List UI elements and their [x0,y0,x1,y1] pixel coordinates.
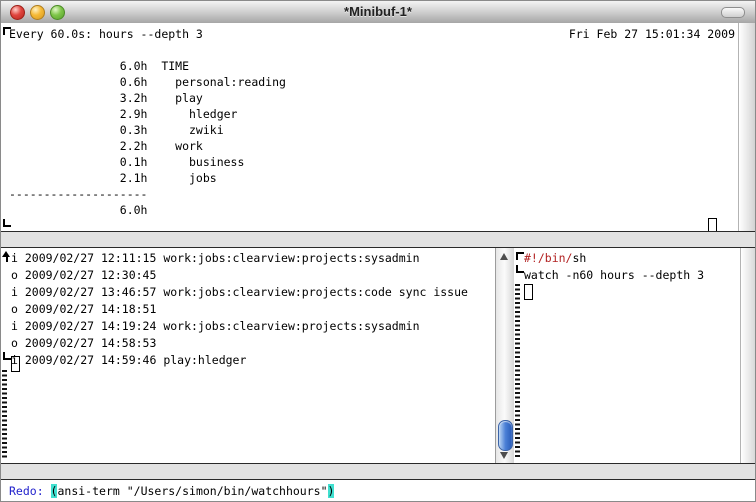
timelog-line: o 2009/02/27 14:18:51 [11,301,468,318]
modeline-watchhours[interactable]: --:-- watchhours All (3,0)--- [514,463,756,480]
timelog-line: o 2009/02/27 12:30:45 [11,267,468,284]
script-cursor [524,284,533,300]
timelog-cursor [11,356,20,372]
report-line: -------------------- [9,186,286,202]
report-line: 2.2h work [9,138,286,154]
watch-command-text: Every 60.0s: hours --depth 3 [9,26,203,42]
watchhours-scrollbar[interactable] [740,248,756,463]
script-line: watch -n60 hours --depth 3 [524,267,704,284]
shebang-line: #!/bin/sh [524,250,704,267]
report-line [9,42,286,58]
timelog-lines: i 2009/02/27 12:11:15 work:jobs:clearvie… [11,250,468,369]
buffer-bottom-indicator [3,219,11,227]
buffer-top-indicator [516,252,524,260]
window-title: *Minibuf-1* [1,4,755,19]
timelog-line: i 2009/02/27 12:11:15 work:jobs:clearvie… [11,250,468,267]
modeline-ansi-term[interactable]: -u:** *ansi-term* All (13,101) (Term: ch… [1,231,756,248]
report-line: 3.2h play [9,90,286,106]
redo-prompt: Redo: [9,484,51,498]
script-lines: #!/bin/sh watch -n60 hours --depth 3 [524,250,704,284]
scroll-up-arrow[interactable] [500,253,508,260]
timelog-pane[interactable]: i 2009/02/27 12:11:15 work:jobs:clearvie… [1,248,495,463]
report-line: 2.9h hledger [9,106,286,122]
hours-report: 6.0h TIME 0.6h personal:reading 3.2h pla… [9,42,286,218]
buffer-bottom-indicator [516,265,524,273]
report-line: 2.1h jobs [9,170,286,186]
empty-lines-indicator [2,370,7,459]
report-line: 6.0h [9,202,286,218]
scrolled-above-indicator [2,251,11,262]
ansi-term-pane[interactable]: Every 60.0s: hours --depth 3 Fri Feb 27 … [1,23,755,231]
bottom-split: i 2009/02/27 12:11:15 work:jobs:clearvie… [1,248,755,463]
titlebar[interactable]: *Minibuf-1* [1,1,755,24]
timelog-line: i 2009/02/27 14:59:46 play:hledger [11,352,468,369]
minibuffer[interactable]: Redo: (ansi-term "/Users/simon/bin/watch… [1,480,755,501]
timelog-line: i 2009/02/27 14:19:24 work:jobs:clearvie… [11,318,468,335]
top-pane-scrollbar[interactable] [738,23,755,231]
report-line: 6.0h TIME [9,58,286,74]
watch-timestamp: Fri Feb 27 15:01:34 2009 [569,26,735,42]
buffer-bottom-indicator [3,352,11,360]
shebang-interpreter: #!/bin/ [524,251,572,265]
minibuffer-text: Redo: (ansi-term "/Users/simon/bin/watch… [9,483,334,499]
emacs-window: *Minibuf-1* Every 60.0s: hours --depth 3… [0,0,756,502]
report-line: 0.6h personal:reading [9,74,286,90]
empty-lines-indicator [515,284,520,459]
watchhours-pane[interactable]: #!/bin/sh watch -n60 hours --depth 3 [514,248,756,463]
shebang-shell: sh [572,251,586,265]
toolbar-toggle-button[interactable] [721,7,745,18]
report-line: 0.1h business [9,154,286,170]
timelog-line: i 2009/02/27 13:46:57 work:jobs:clearvie… [11,284,468,301]
scrollbar-thumb[interactable] [498,420,513,451]
watch-header: Every 60.0s: hours --depth 3 Fri Feb 27 … [9,26,735,42]
timelog-line: o 2009/02/27 14:58:53 [11,335,468,352]
matched-close-paren: ) [328,484,335,498]
scroll-down-arrow[interactable] [500,452,508,459]
report-line: 0.3h zwiki [9,122,286,138]
modeline-timelog[interactable]: --:-- current.timelog Bot (3726,0) darcs… [1,463,514,480]
minibuffer-command: ansi-term "/Users/simon/bin/watchhours" [57,484,327,498]
timelog-scrollbar[interactable] [495,248,516,463]
